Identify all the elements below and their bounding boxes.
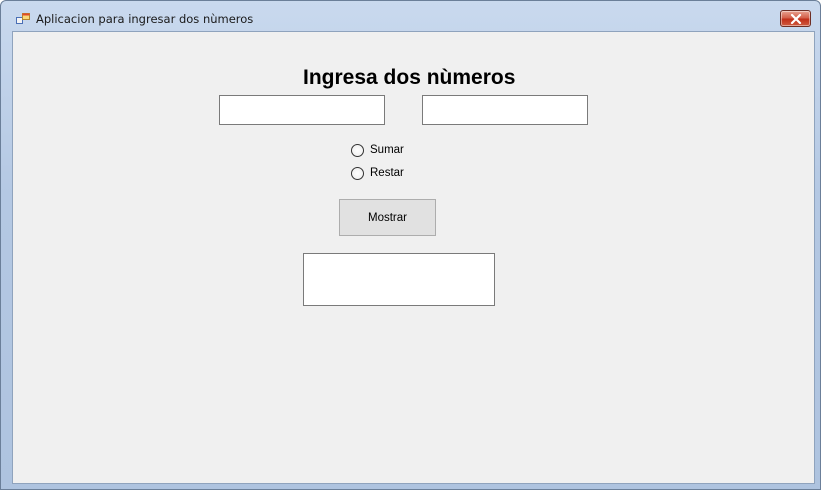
radio-restar[interactable]: Restar	[351, 165, 404, 181]
window-bottom-border	[1, 485, 820, 489]
window-title: Aplicacion para ingresar dos nùmeros	[36, 12, 254, 26]
radio-restar-circle[interactable]	[351, 166, 364, 180]
first-number-input[interactable]	[219, 95, 385, 125]
form-client-area: Ingresa dos nùmeros Sumar Restar Mostrar	[12, 31, 815, 484]
result-box	[303, 253, 495, 306]
radio-sumar-label[interactable]: Sumar	[370, 144, 404, 156]
app-window: Aplicacion para ingresar dos nùmeros Ing…	[0, 0, 821, 490]
close-icon	[790, 14, 802, 24]
radio-sumar[interactable]: Sumar	[351, 142, 404, 158]
mostrar-button[interactable]: Mostrar	[339, 199, 436, 236]
application-icon	[16, 11, 32, 25]
radio-sumar-circle[interactable]	[351, 143, 364, 157]
close-button[interactable]	[780, 10, 811, 27]
title-bar[interactable]: Aplicacion para ingresar dos nùmeros	[1, 1, 820, 31]
second-number-input[interactable]	[422, 95, 588, 125]
page-title: Ingresa dos nùmeros	[303, 66, 516, 89]
radio-restar-label[interactable]: Restar	[370, 167, 404, 179]
